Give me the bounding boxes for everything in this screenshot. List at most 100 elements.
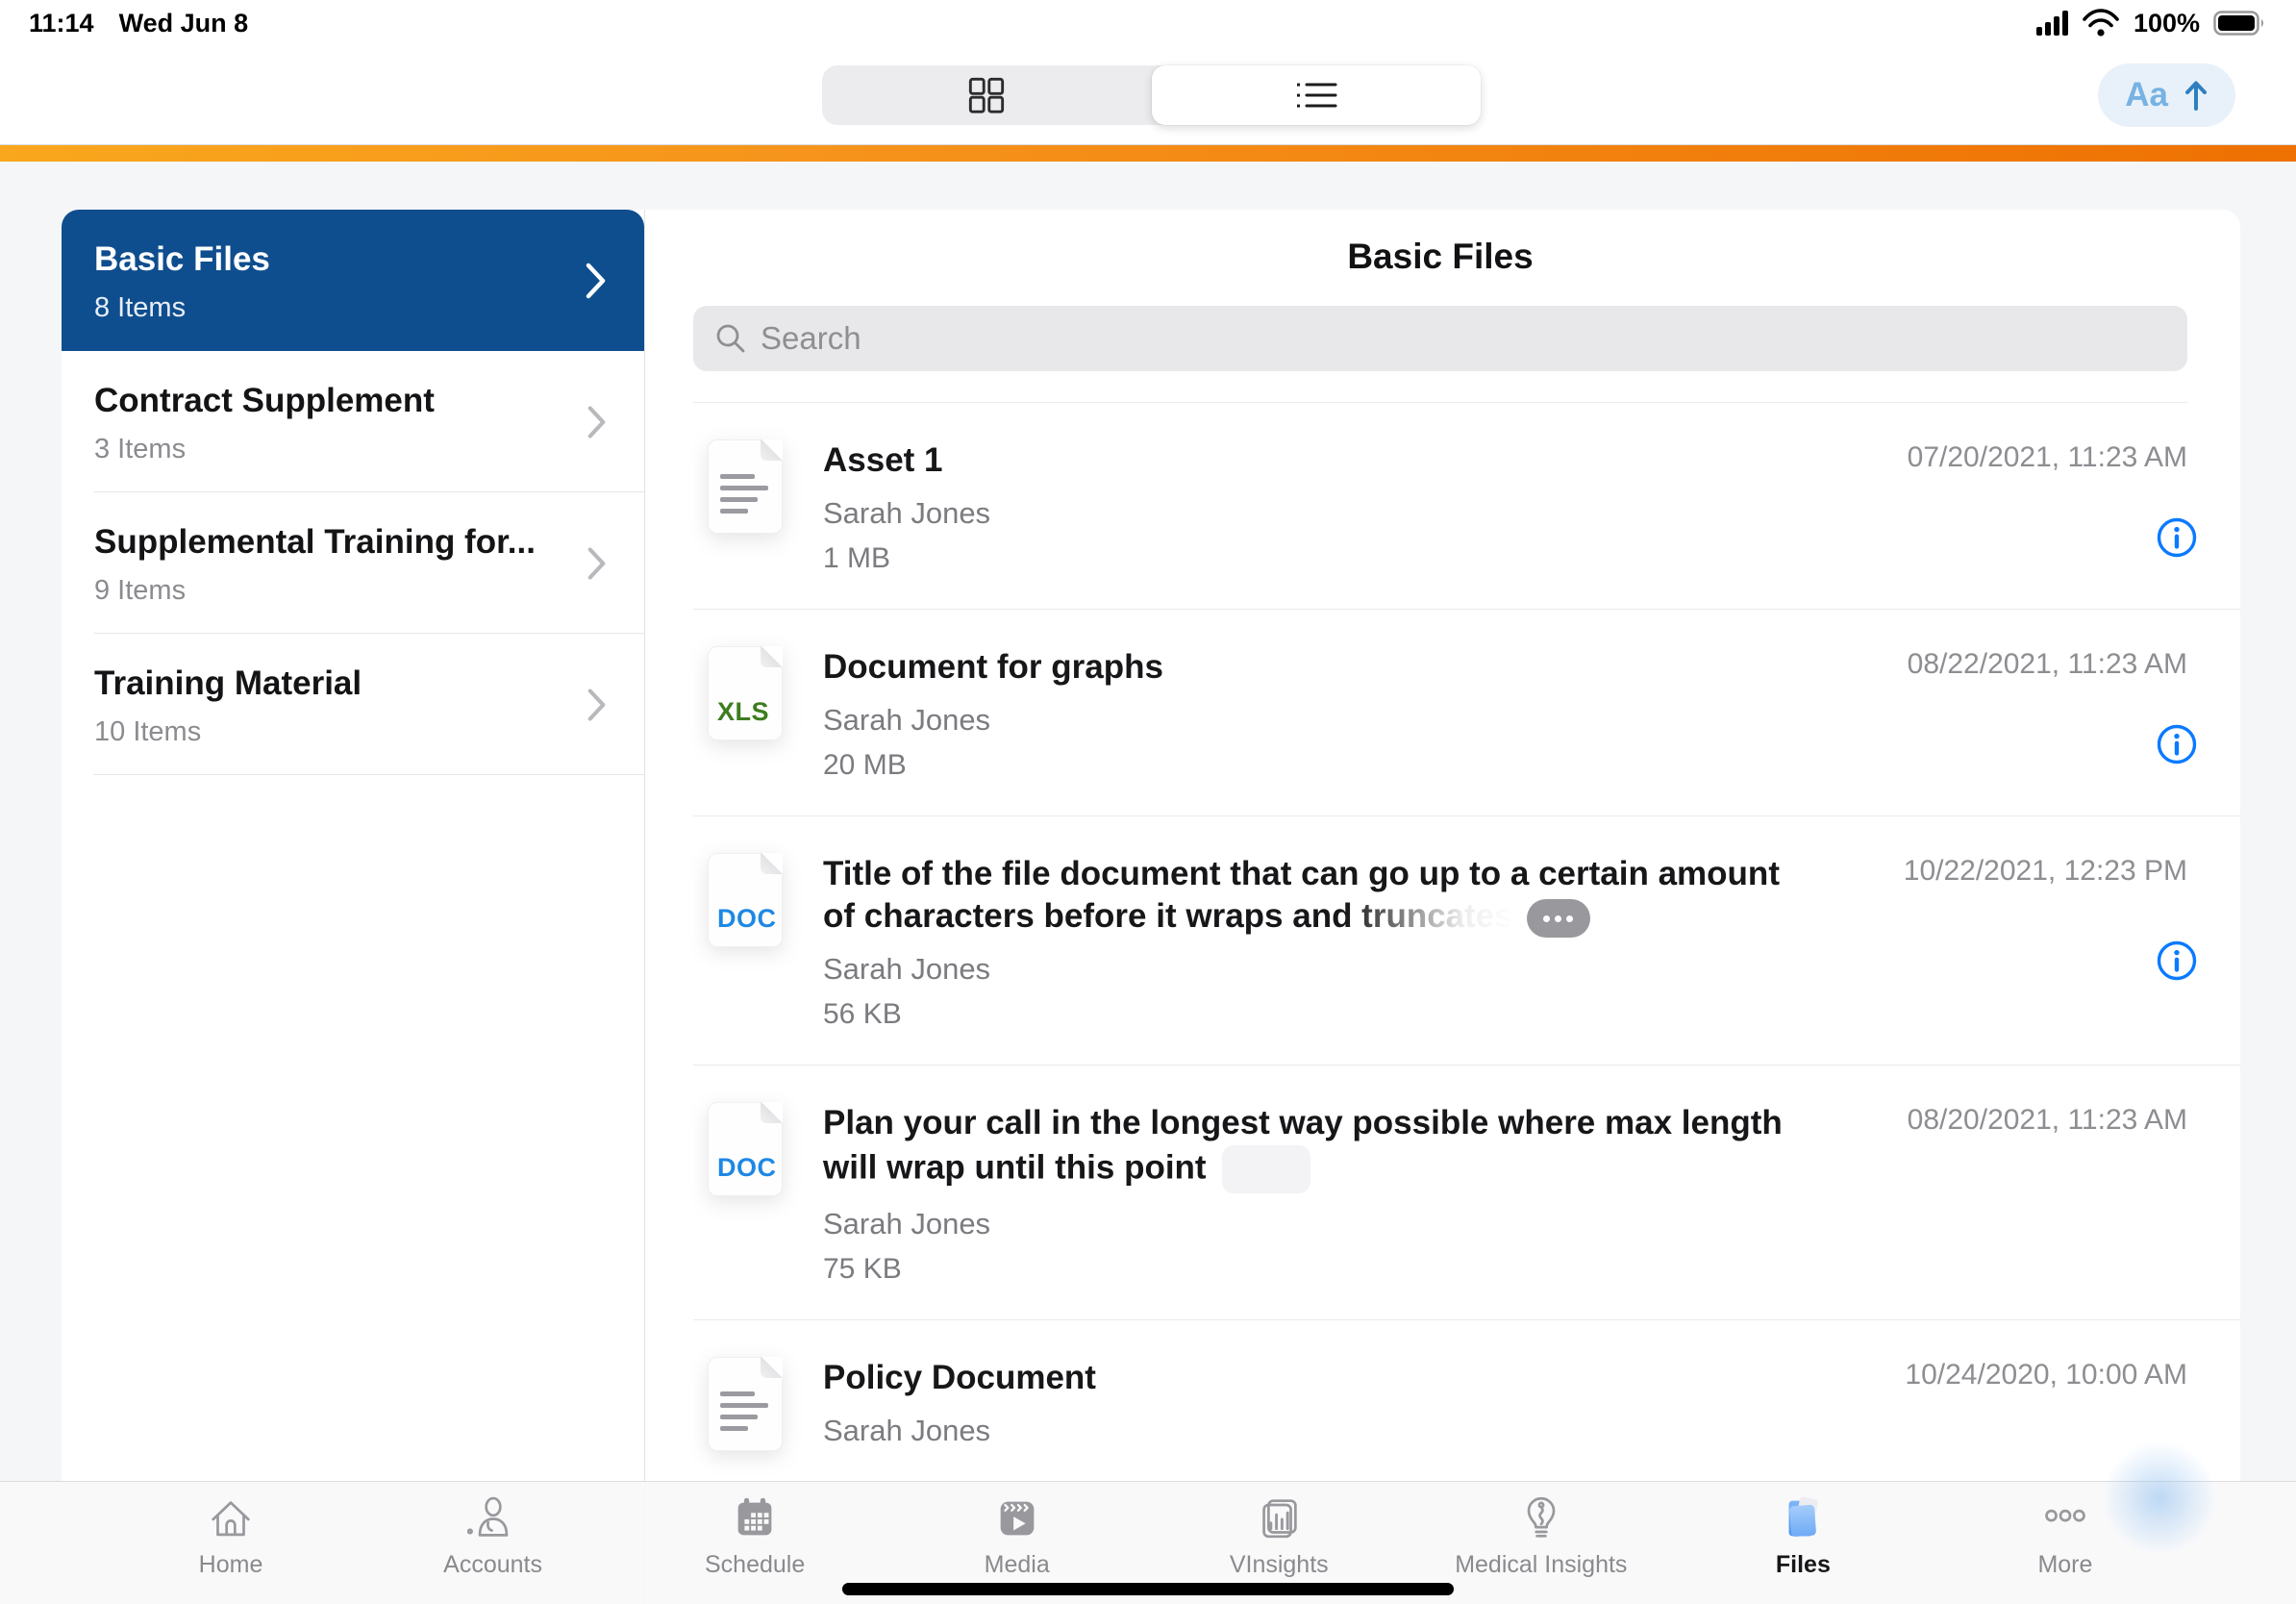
tab-label: Home	[198, 1551, 263, 1578]
file-row[interactable]: Policy Document Sarah Jones 10/24/2020, …	[645, 1320, 2240, 1486]
search-icon	[716, 324, 745, 353]
file-list-panel: Basic Files Asset 1 Sarah Jones 1 MB 0	[644, 210, 2240, 1604]
file-title: Policy Document	[823, 1358, 1096, 1396]
sidebar-item-basic-files[interactable]: Basic Files 8 Items	[62, 210, 644, 351]
files-icon	[1788, 1496, 1819, 1537]
text-resize-button[interactable]: Aa	[2098, 63, 2235, 127]
tab-label: Schedule	[705, 1551, 806, 1578]
tab-label: Files	[1775, 1551, 1831, 1578]
file-title: Plan your call in the longest way possib…	[823, 1102, 1817, 1193]
file-author: Sarah Jones	[823, 495, 991, 530]
sidebar-item-training-material[interactable]: Training Material 10 Items	[62, 634, 644, 775]
chevron-right-icon	[586, 263, 606, 298]
brand-gradient-bar	[0, 144, 2296, 162]
file-row[interactable]: Asset 1 Sarah Jones 1 MB 07/20/2021, 11:…	[645, 403, 2240, 610]
file-size: 20 MB	[823, 748, 907, 781]
file-date: 08/20/2021, 11:23 AM	[1907, 1104, 2187, 1137]
tab-label: Accounts	[443, 1551, 542, 1578]
battery-icon	[2213, 11, 2263, 36]
pointer-highlight	[2102, 1441, 2217, 1556]
page-title: Basic Files	[1347, 237, 1534, 276]
status-date: Wed Jun 8	[118, 8, 249, 38]
tab-files[interactable]: Files	[1692, 1491, 1913, 1604]
file-author: Sarah Jones	[823, 952, 991, 987]
search-input[interactable]	[761, 320, 2166, 357]
status-bar: 11:14 Wed Jun 8 100%	[0, 0, 2296, 46]
folder-count: 8 Items	[94, 291, 187, 323]
tab-label: More	[2037, 1551, 2093, 1578]
file-title: Asset 1	[823, 441, 943, 479]
search-bar[interactable]	[693, 306, 2187, 371]
info-button[interactable]	[2156, 723, 2198, 765]
file-size: 75 KB	[823, 1252, 902, 1285]
home-indicator[interactable]	[842, 1583, 1454, 1595]
sidebar-item-contract-supplement[interactable]: Contract Supplement 3 Items	[62, 351, 644, 492]
medical-insights-icon	[1527, 1496, 1556, 1538]
folder-name: Supplemental Training for...	[94, 523, 536, 561]
chevron-right-icon	[587, 688, 606, 721]
more-icon	[2045, 1509, 2085, 1522]
info-icon	[2157, 517, 2197, 558]
doc-file-icon: DOC	[708, 1102, 783, 1197]
file-author: Sarah Jones	[823, 702, 991, 737]
list-icon	[1296, 83, 1337, 108]
file-title: Document for graphs	[823, 647, 1163, 686]
folder-count: 3 Items	[94, 433, 187, 464]
document-icon	[708, 439, 783, 534]
folder-count: 9 Items	[94, 574, 187, 606]
chevron-right-icon	[587, 405, 606, 439]
file-date: 07/20/2021, 11:23 AM	[1907, 441, 2187, 473]
folder-name: Basic Files	[94, 240, 270, 278]
view-toggle	[822, 65, 1481, 125]
tab-label: VInsights	[1229, 1551, 1329, 1578]
info-button[interactable]	[2156, 940, 2198, 982]
file-author: Sarah Jones	[823, 1206, 991, 1241]
media-icon	[1000, 1501, 1035, 1536]
tab-home[interactable]: Home	[120, 1491, 341, 1604]
tab-medical-insights[interactable]: Medical Insights	[1431, 1491, 1652, 1604]
file-title: Title of the file document that can go u…	[823, 853, 1817, 940]
ellipsis-ghost	[1221, 1144, 1310, 1193]
file-size: 56 KB	[823, 998, 902, 1031]
file-row[interactable]: XLS Document for graphs Sarah Jones 20 M…	[645, 610, 2240, 816]
cellular-signal-icon	[2035, 11, 2068, 36]
tab-accounts[interactable]: Accounts	[383, 1491, 604, 1604]
file-size: 1 MB	[823, 541, 891, 574]
home-icon	[212, 1501, 250, 1537]
file-row[interactable]: DOC Plan your call in the longest way po…	[645, 1065, 2240, 1320]
status-time: 11:14	[29, 8, 94, 38]
info-button[interactable]	[2156, 516, 2198, 559]
chevron-right-icon	[587, 546, 606, 580]
grid-view-button[interactable]	[822, 65, 1152, 125]
doc-file-icon: DOC	[708, 852, 783, 947]
truncation-ellipsis-button[interactable]	[1526, 899, 1590, 939]
battery-percent: 100%	[2133, 8, 2200, 38]
folder-sidebar: Basic Files 8 Items Contract Supplement …	[62, 210, 644, 1604]
schedule-icon	[737, 1497, 772, 1536]
file-date: 08/22/2021, 11:23 AM	[1907, 647, 2187, 680]
info-icon	[2157, 724, 2197, 764]
tab-label: Media	[984, 1551, 1050, 1578]
sidebar-item-supplemental-training[interactable]: Supplemental Training for... 9 Items	[62, 492, 644, 634]
list-view-button[interactable]	[1151, 65, 1481, 125]
text-resize-label: Aa	[2125, 76, 2168, 113]
toolbar: Aa	[0, 46, 2296, 144]
folder-name: Contract Supplement	[94, 382, 435, 419]
tab-label: Medical Insights	[1455, 1551, 1628, 1578]
xls-file-icon: XLS	[708, 645, 783, 740]
file-author: Sarah Jones	[823, 1413, 991, 1447]
info-icon	[2157, 940, 2197, 980]
file-type-badge: DOC	[717, 1153, 777, 1183]
vinsights-icon	[1262, 1499, 1297, 1539]
file-type-badge: DOC	[717, 903, 777, 933]
folder-count: 10 Items	[94, 715, 202, 747]
arrow-up-icon	[2185, 81, 2207, 111]
file-row[interactable]: DOC Title of the file document that can …	[645, 816, 2240, 1066]
file-date: 10/24/2020, 10:00 AM	[1905, 1358, 2187, 1391]
accounts-icon	[466, 1496, 508, 1537]
file-type-badge: XLS	[717, 696, 770, 726]
document-icon	[708, 1356, 783, 1451]
grid-icon	[969, 77, 1005, 113]
file-date: 10/22/2021, 12:23 PM	[1903, 854, 2187, 887]
tab-schedule[interactable]: Schedule	[644, 1491, 865, 1604]
